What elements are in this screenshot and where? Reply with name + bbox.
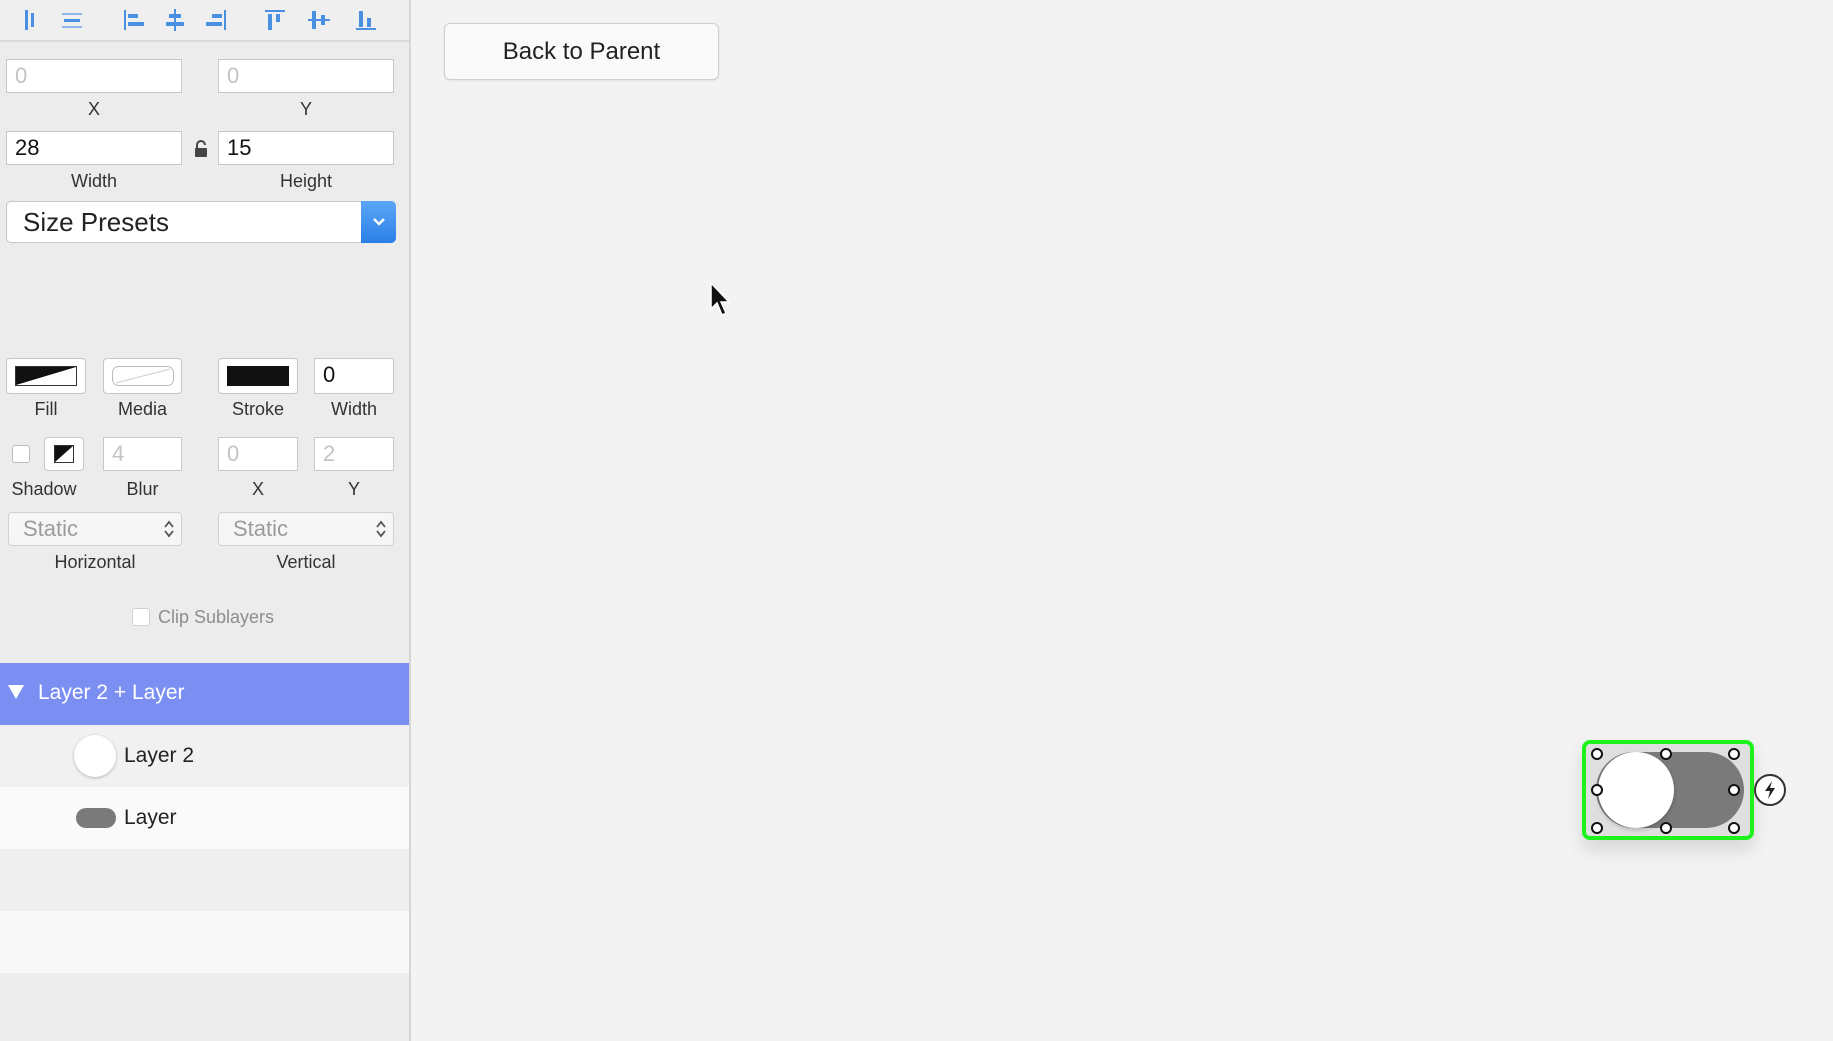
resize-handle-bottom[interactable] <box>1660 822 1672 834</box>
x-label: X <box>87 99 100 119</box>
layer-row-layer-2[interactable]: Layer 2 <box>0 725 409 787</box>
shadow-x-input[interactable]: 0 <box>218 437 298 471</box>
empty-layer-row <box>0 849 409 911</box>
horizontal-label: Horizontal <box>54 552 136 572</box>
shadow-y-input[interactable]: 2 <box>314 437 394 471</box>
resize-handle-bottom-right[interactable] <box>1728 822 1740 834</box>
align-center-icon[interactable] <box>159 5 191 35</box>
stroke-width-input[interactable]: 0 <box>314 358 394 394</box>
canvas[interactable] <box>411 0 1833 1041</box>
shadow-y-label: Y <box>347 479 360 499</box>
x-position-input[interactable]: 0 <box>6 59 182 93</box>
layer-name: Layer 2 <box>124 744 195 767</box>
size-presets-label: Size Presets <box>23 207 169 237</box>
shadow-checkbox[interactable] <box>12 445 30 463</box>
resize-handle-top-left[interactable] <box>1591 748 1603 760</box>
toggle-knob <box>1598 752 1674 828</box>
y-position-input[interactable]: 0 <box>218 59 394 93</box>
align-top-icon[interactable] <box>259 5 291 35</box>
vertical-constraint-value: Static <box>233 516 289 541</box>
shadow-label: Shadow <box>11 479 77 499</box>
stroke-swatch[interactable] <box>218 358 298 394</box>
disclosure-triangle-icon[interactable] <box>8 685 24 699</box>
empty-layer-row <box>0 973 409 1041</box>
align-left-icon[interactable] <box>118 5 150 35</box>
layer-row-layer[interactable]: Layer <box>0 787 409 849</box>
layer-group-row[interactable]: Layer 2 + Layer <box>0 663 409 725</box>
resize-handle-left[interactable] <box>1591 784 1603 796</box>
width-input[interactable]: 28 <box>6 131 182 165</box>
inspector-sidebar: 0 X 0 Y 28 Width 15 Height Size Presets … <box>0 0 411 1041</box>
y-label: Y <box>299 99 312 119</box>
blur-label: Blur <box>126 479 159 499</box>
media-label: Media <box>117 399 168 419</box>
size-presets-dropdown[interactable]: Size Presets <box>6 201 396 243</box>
align-right-icon[interactable] <box>200 5 232 35</box>
shadow-x-label: X <box>251 479 264 499</box>
align-middle-icon[interactable] <box>303 5 335 35</box>
align-toolbar <box>0 0 409 42</box>
vertical-label: Vertical <box>276 552 336 572</box>
resize-handle-bottom-left[interactable] <box>1591 822 1603 834</box>
fill-swatch[interactable] <box>6 358 86 394</box>
height-input[interactable]: 15 <box>218 131 394 165</box>
pill-layer-thumbnail-icon <box>76 808 116 828</box>
align-bottom-icon[interactable] <box>350 5 382 35</box>
layer-name: Layer <box>124 806 177 829</box>
resize-handle-right[interactable] <box>1728 784 1740 796</box>
media-swatch[interactable] <box>103 358 182 394</box>
toggle-switch-selected[interactable] <box>1582 740 1754 840</box>
clip-sublayers-checkbox[interactable] <box>132 608 150 626</box>
chevron-down-icon[interactable] <box>361 201 396 243</box>
resize-handle-top[interactable] <box>1660 748 1672 760</box>
clip-sublayers-label: Clip Sublayers <box>158 607 275 627</box>
lightning-icon[interactable] <box>1754 774 1786 806</box>
stepper-arrows-icon <box>164 520 174 538</box>
height-label: Height <box>279 171 333 191</box>
circle-layer-thumbnail-icon <box>74 735 116 777</box>
shadow-blur-input[interactable]: 4 <box>103 437 182 471</box>
shadow-color-swatch[interactable] <box>44 437 84 471</box>
horizontal-constraint-select[interactable]: Static <box>8 512 182 546</box>
lock-icon[interactable] <box>193 140 209 163</box>
fill-label: Fill <box>34 399 58 419</box>
mouse-cursor-icon <box>710 281 732 323</box>
distribute-horizontal-icon[interactable] <box>56 5 88 35</box>
align-left-edges-icon[interactable] <box>14 5 46 35</box>
stepper-arrows-icon <box>376 520 386 538</box>
layer-group-label: Layer 2 + Layer <box>38 681 185 704</box>
stroke-label: Stroke <box>231 399 285 419</box>
horizontal-constraint-value: Static <box>23 516 79 541</box>
back-to-parent-button[interactable]: Back to Parent <box>444 23 719 80</box>
vertical-constraint-select[interactable]: Static <box>218 512 394 546</box>
width-label: Width <box>70 171 117 191</box>
stroke-width-label: Width <box>330 399 377 419</box>
resize-handle-top-right[interactable] <box>1728 748 1740 760</box>
empty-layer-row <box>0 911 409 973</box>
